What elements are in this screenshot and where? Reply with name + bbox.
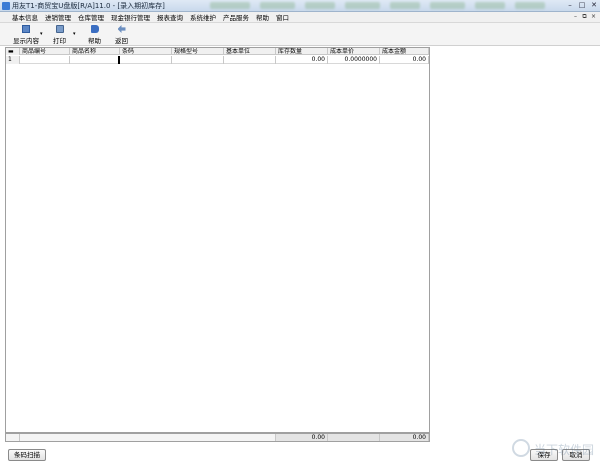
menu-reports[interactable]: 报表查询	[157, 12, 183, 22]
col-product-code[interactable]: 商品编号	[20, 48, 70, 55]
col-base-unit[interactable]: 基本单位	[224, 48, 276, 55]
col-stock-qty[interactable]: 库存数量	[276, 48, 328, 55]
display-icon	[22, 25, 30, 33]
blurred-region	[390, 2, 420, 9]
window-title: 用友T1-商贸宝U盘版[R/A]11.0 - [录入期初库存]	[12, 2, 165, 10]
display-content-button[interactable]: 显示内容	[13, 25, 39, 45]
footer-spacer	[20, 434, 276, 441]
row-indicator-header: ▬	[6, 48, 20, 55]
inventory-grid[interactable]: ▬ 商品编号 商品名称 条码 规格型号 基本单位 库存数量 成本单价 成本金额 …	[5, 47, 430, 433]
print-label: 打印	[53, 37, 66, 45]
back-button[interactable]: 返回	[115, 25, 128, 45]
cell-barcode[interactable]	[120, 56, 172, 64]
blurred-region	[345, 2, 380, 9]
menu-cash-bank[interactable]: 现金银行管理	[111, 12, 150, 22]
cell-spec-model[interactable]	[172, 56, 224, 64]
menu-warehouse[interactable]: 仓库管理	[78, 12, 104, 22]
cell-product-name[interactable]	[70, 56, 120, 64]
print-icon	[55, 25, 64, 33]
child-restore-button[interactable]: ⧉	[580, 13, 589, 21]
blurred-region	[515, 2, 545, 9]
col-unit-cost[interactable]: 成本单价	[328, 48, 380, 55]
menu-system[interactable]: 系统维护	[190, 12, 216, 22]
footer-indicator	[6, 434, 20, 441]
watermark-logo-icon	[512, 439, 530, 457]
title-bar: 用友T1-商贸宝U盘版[R/A]11.0 - [录入期初库存] – □ ✕	[0, 0, 600, 12]
help-icon	[90, 25, 99, 33]
grid-totals-row: 0.00 0.00	[5, 433, 430, 442]
minimize-button[interactable]: –	[564, 0, 576, 10]
total-cost-amount: 0.00	[380, 434, 429, 441]
col-barcode[interactable]: 条码	[120, 48, 172, 55]
grid-header: ▬ 商品编号 商品名称 条码 规格型号 基本单位 库存数量 成本单价 成本金额	[6, 48, 429, 55]
menu-sales-purchase[interactable]: 进销管理	[45, 12, 71, 22]
blurred-region	[430, 2, 465, 9]
display-content-label: 显示内容	[13, 37, 39, 45]
blurred-region	[210, 2, 250, 9]
maximize-button[interactable]: □	[576, 0, 588, 10]
cancel-button[interactable]: 取消	[562, 449, 590, 461]
toolbar: 显示内容 ▾ 打印 ▾ 帮助 返回	[0, 23, 600, 46]
cell-cost-amount[interactable]: 0.00	[380, 56, 429, 64]
app-icon	[2, 2, 10, 10]
cell-stock-qty[interactable]: 0.00	[276, 56, 328, 64]
blurred-region	[305, 2, 335, 9]
close-button[interactable]: ✕	[588, 0, 600, 10]
col-product-name[interactable]: 商品名称	[70, 48, 120, 55]
cell-product-code[interactable]	[20, 56, 70, 64]
row-number: 1	[6, 56, 20, 64]
menu-basic-info[interactable]: 基本信息	[12, 12, 38, 22]
save-button[interactable]: 保存	[530, 449, 558, 461]
menu-help[interactable]: 帮助	[256, 12, 269, 22]
cell-base-unit[interactable]	[224, 56, 276, 64]
help-label: 帮助	[88, 37, 101, 45]
col-spec-model[interactable]: 规格型号	[172, 48, 224, 55]
print-dropdown-icon[interactable]: ▾	[73, 31, 76, 37]
child-minimize-button[interactable]: –	[571, 13, 580, 21]
help-button[interactable]: 帮助	[88, 25, 101, 45]
col-cost-amount[interactable]: 成本金额	[380, 48, 429, 55]
blurred-region	[260, 2, 295, 9]
cell-unit-cost[interactable]: 0.0000000	[328, 56, 380, 64]
back-label: 返回	[115, 37, 128, 45]
back-icon	[117, 25, 126, 33]
table-row[interactable]: 1 0.00 0.0000000 0.00	[6, 56, 429, 64]
print-button[interactable]: 打印	[53, 25, 66, 45]
total-stock-qty: 0.00	[276, 434, 328, 441]
menu-product-service[interactable]: 产品服务	[223, 12, 249, 22]
footer-unit-cost-blank	[328, 434, 380, 441]
display-dropdown-icon[interactable]: ▾	[40, 31, 43, 37]
barcode-scan-button[interactable]: 条码扫描	[8, 449, 46, 461]
blurred-region	[475, 2, 505, 9]
child-close-button[interactable]: ×	[589, 13, 598, 21]
menu-window[interactable]: 窗口	[276, 12, 289, 22]
menu-bar: 基本信息 进销管理 仓库管理 现金银行管理 报表查询 系统维护 产品服务 帮助 …	[0, 12, 600, 23]
